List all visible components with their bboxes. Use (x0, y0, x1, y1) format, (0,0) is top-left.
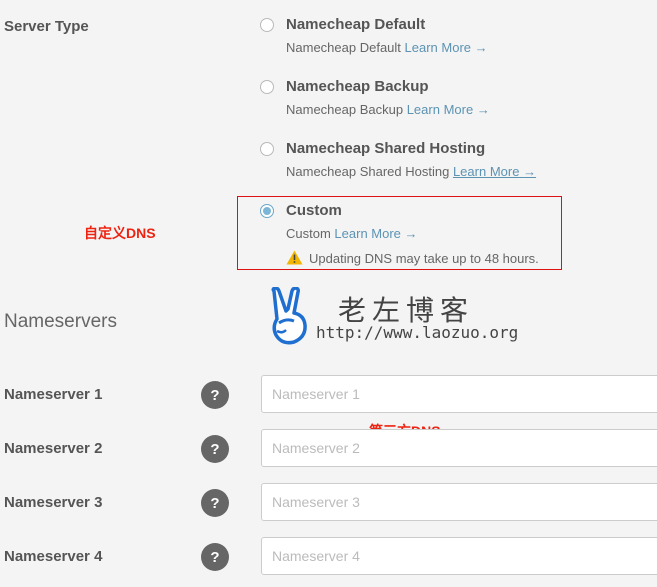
option-desc-text: Namecheap Shared Hosting (286, 164, 450, 179)
annotation-custom-dns: 自定义DNS (84, 225, 156, 241)
server-type-label: Server Type (4, 18, 89, 35)
learn-more-link[interactable]: Learn More (407, 102, 473, 117)
help-icon[interactable]: ? (201, 381, 229, 409)
arrow-right-icon: → (523, 164, 537, 179)
nameserver-label: Nameserver 3 (4, 494, 103, 511)
watermark-url: http://www.laozuo.org (316, 323, 519, 342)
option-title: Namecheap Default (286, 16, 426, 33)
help-icon[interactable]: ? (201, 435, 229, 463)
option-title: Custom (286, 202, 342, 219)
radio-button[interactable] (260, 142, 274, 156)
nameserver-label: Nameserver 4 (4, 548, 103, 565)
nameserver-row-1: Nameserver 1 ? (0, 375, 657, 415)
option-desc-text: Namecheap Backup (286, 102, 404, 117)
arrow-right-icon: → (474, 40, 488, 55)
warning-icon (286, 250, 303, 265)
option-description: Namecheap Default Learn More → (286, 40, 488, 55)
learn-more-text: Learn More (452, 164, 520, 179)
nameserver-row-3: Nameserver 3 ? (0, 483, 657, 523)
option-description: Namecheap Backup Learn More → (286, 102, 490, 117)
arrow-right-icon: → (476, 102, 490, 117)
nameserver-label: Nameserver 2 (4, 440, 103, 457)
learn-more-link[interactable]: Learn More → (453, 164, 536, 179)
watermark-logo: 老左博客 http://www.laozuo.org (268, 287, 518, 347)
option-description: Custom Learn More → (286, 226, 418, 241)
nameserver-1-input[interactable] (261, 375, 657, 413)
option-title: Namecheap Shared Hosting (286, 140, 486, 157)
arrow-right-icon: → (404, 226, 418, 241)
page: Server Type Namecheap Default Namecheap … (0, 0, 657, 587)
learn-more-link[interactable]: Learn More (405, 40, 471, 55)
nameserver-2-input[interactable] (261, 429, 657, 467)
nameservers-heading: Nameservers (4, 311, 117, 332)
radio-button[interactable] (260, 18, 274, 32)
radio-button-checked[interactable] (260, 204, 274, 218)
nameserver-3-input[interactable] (261, 483, 657, 521)
nameserver-label: Nameserver 1 (4, 386, 103, 403)
nameserver-4-input[interactable] (261, 537, 657, 575)
option-desc-text: Namecheap Default (286, 40, 401, 55)
victory-hand-icon (271, 287, 307, 345)
help-icon[interactable]: ? (201, 543, 229, 571)
option-description: Namecheap Shared Hosting Learn More → (286, 164, 536, 179)
radio-button[interactable] (260, 80, 274, 94)
dns-warning: Updating DNS may take up to 48 hours. (286, 250, 539, 266)
option-desc-text: Custom (286, 226, 331, 241)
option-title: Namecheap Backup (286, 78, 429, 95)
nameserver-row-2: Nameserver 2 ? (0, 429, 657, 469)
nameserver-row-4: Nameserver 4 ? (0, 537, 657, 577)
help-icon[interactable]: ? (201, 489, 229, 517)
warning-text: Updating DNS may take up to 48 hours. (309, 251, 539, 266)
learn-more-link[interactable]: Learn More (334, 226, 400, 241)
